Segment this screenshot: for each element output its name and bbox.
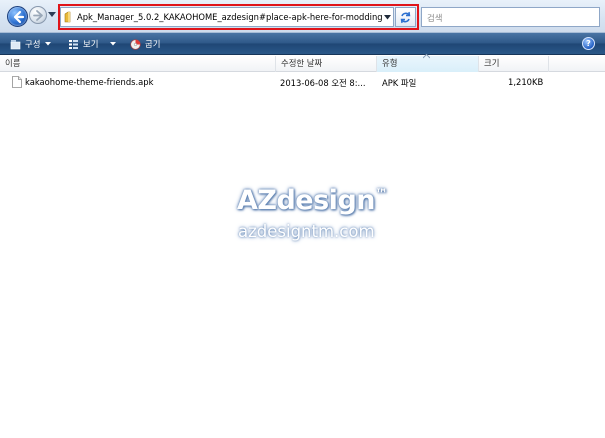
- view-label: 보기: [83, 39, 99, 49]
- column-header: 이름 수정한 날짜 유형 크기: [0, 54, 605, 72]
- arrow-right-icon: [33, 10, 43, 21]
- watermark-logo: AZdesign™: [237, 185, 388, 216]
- burn-label: 굽기: [145, 39, 161, 49]
- column-name[interactable]: 이름: [0, 56, 276, 72]
- arrow-left-icon: [13, 10, 25, 24]
- address-highlight-box: [58, 4, 419, 30]
- chevron-down-icon: [45, 42, 52, 46]
- forward-button[interactable]: [29, 6, 47, 24]
- organize-button[interactable]: 구성: [10, 33, 52, 55]
- view-button[interactable]: 보기: [68, 33, 117, 55]
- recent-pages-chevron-icon[interactable]: [48, 12, 56, 18]
- watermark-title: AZdesign: [237, 185, 376, 216]
- address-bar-area: Apk_Manager_5.0.2_KAKAOHOME_azdesign#pla…: [0, 0, 605, 33]
- help-button[interactable]: ?: [582, 37, 595, 50]
- watermark-url: azdesigntm.com: [238, 222, 375, 241]
- view-icon: [69, 39, 78, 49]
- column-size-label: 크기: [484, 58, 500, 68]
- search-input[interactable]: 검색: [421, 7, 600, 27]
- sort-ascending-icon: [423, 54, 430, 59]
- file-type: APK 파일: [382, 78, 417, 88]
- watermark-tm: ™: [375, 187, 388, 202]
- column-size[interactable]: 크기: [479, 56, 549, 72]
- document-icon: [12, 76, 22, 88]
- file-size: 1,210KB: [508, 77, 544, 87]
- chevron-down-icon: [110, 42, 117, 46]
- file-date: 2013-06-08 오전 8:...: [280, 78, 366, 88]
- organize-label: 구성: [25, 39, 41, 49]
- file-row[interactable]: kakaohome-theme-friends.apk 2013-06-08 오…: [0, 75, 605, 91]
- column-date-label: 수정한 날짜: [281, 58, 323, 68]
- file-name: kakaohome-theme-friends.apk: [25, 77, 154, 87]
- back-button[interactable]: [7, 6, 28, 27]
- column-type[interactable]: 유형: [377, 54, 479, 72]
- column-name-label: 이름: [5, 58, 21, 68]
- burn-button[interactable]: 굽기: [130, 33, 160, 55]
- search-placeholder: 검색: [427, 13, 443, 23]
- command-bar: 구성 보기 굽기 ?: [0, 33, 605, 55]
- disc-icon: [130, 38, 141, 50]
- column-date-modified[interactable]: 수정한 날짜: [276, 56, 377, 72]
- organize-icon: [10, 39, 21, 49]
- column-type-label: 유형: [382, 58, 398, 68]
- file-list: kakaohome-theme-friends.apk 2013-06-08 오…: [0, 73, 605, 438]
